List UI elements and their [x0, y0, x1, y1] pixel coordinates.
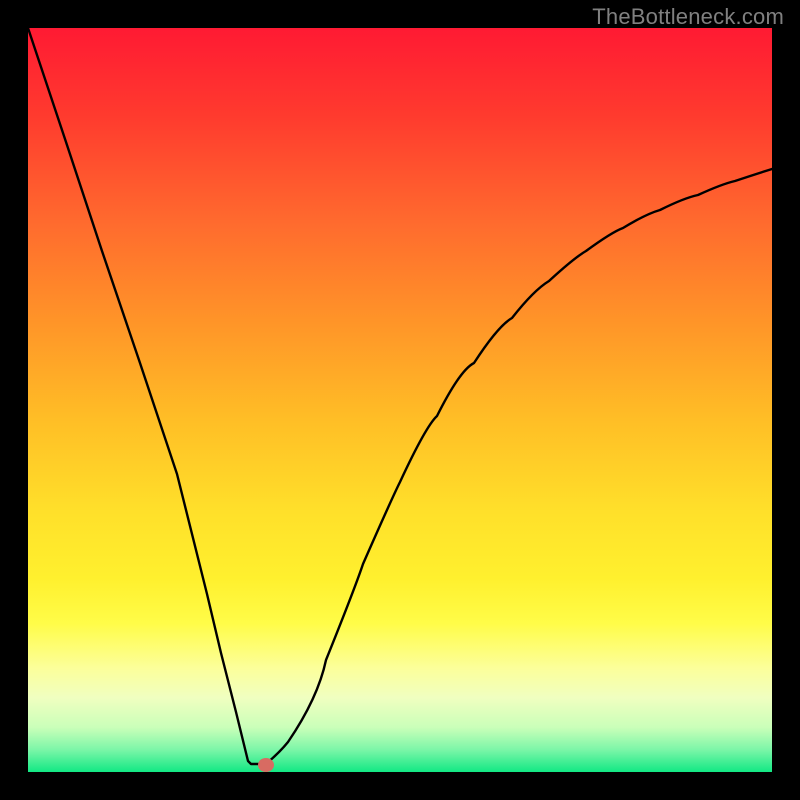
bottleneck-curve: [28, 28, 772, 772]
plot-area: [28, 28, 772, 772]
chart-frame: TheBottleneck.com: [0, 0, 800, 800]
optimum-marker: [258, 758, 274, 772]
curve-right-branch: [266, 169, 772, 764]
watermark-text: TheBottleneck.com: [592, 4, 784, 30]
curve-left-branch: [28, 28, 266, 764]
